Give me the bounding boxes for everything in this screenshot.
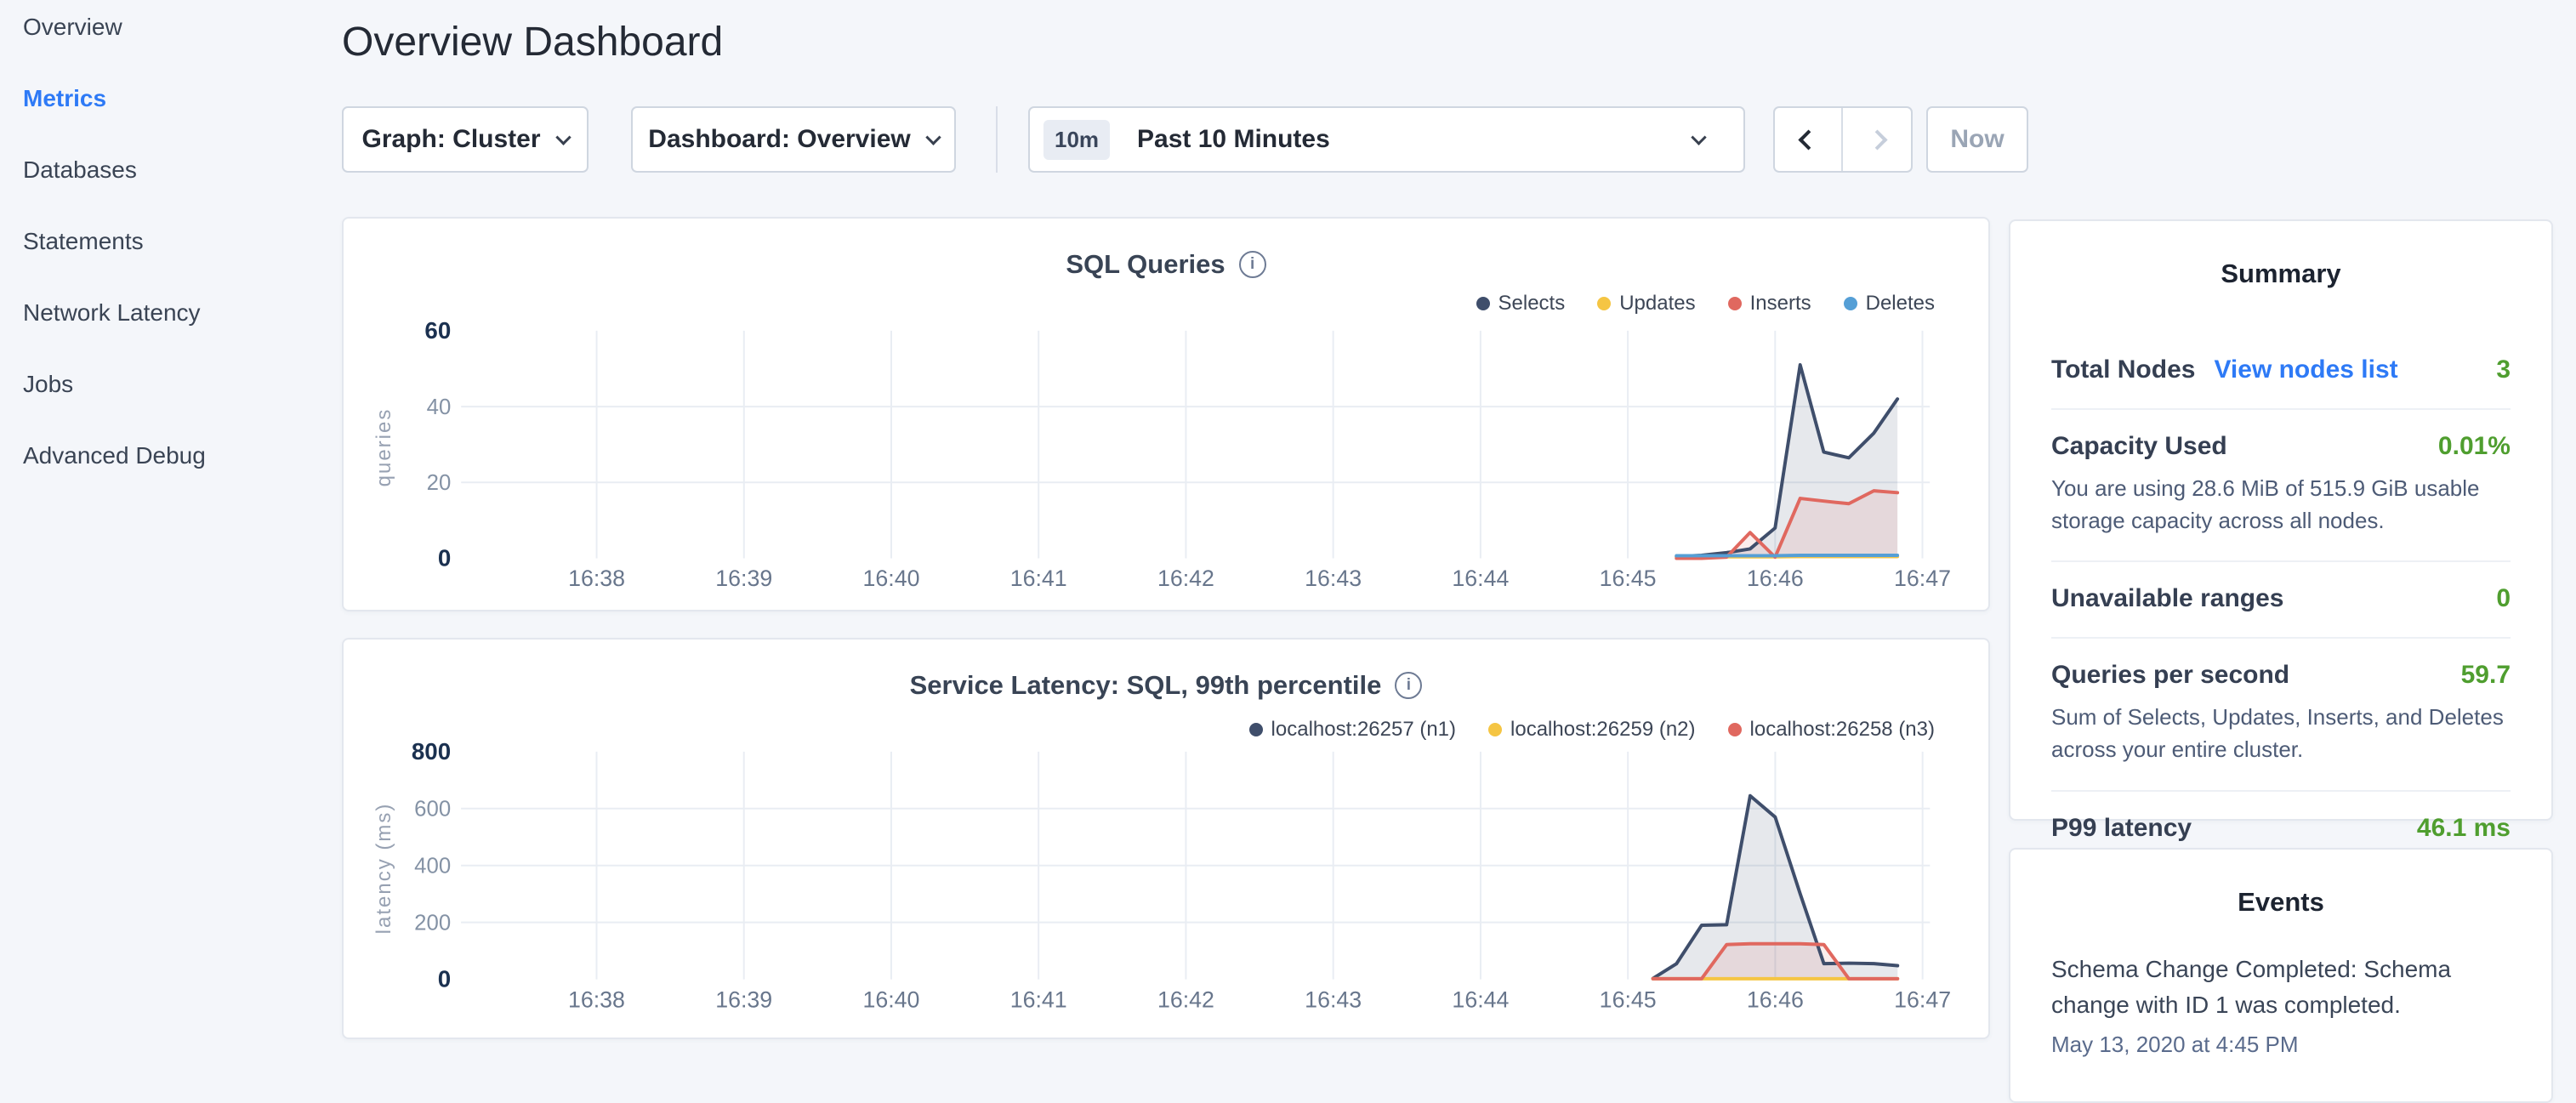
svg-text:0: 0	[438, 966, 451, 992]
now-button[interactable]: Now	[1926, 106, 2028, 173]
page-title: Overview Dashboard	[342, 19, 723, 65]
summary-row-queries-per-second: Queries per second 59.7 Sum of Selects, …	[2051, 637, 2511, 789]
prev-time-window-button[interactable]	[1775, 108, 1843, 171]
time-range-badge: 10m	[1043, 120, 1110, 160]
sidebar-item-jobs[interactable]: Jobs	[23, 371, 206, 398]
svg-text:16:42: 16:42	[1157, 566, 1214, 591]
graph-scope-dropdown[interactable]: Graph: Cluster	[342, 106, 589, 173]
event-timestamp: May 13, 2020 at 4:45 PM	[2051, 1032, 2511, 1058]
svg-text:400: 400	[414, 855, 451, 878]
events-panel: Events Schema Change Completed: Schema c…	[2009, 848, 2553, 1103]
dashboard-label: Dashboard: Overview	[648, 125, 910, 154]
view-nodes-list-link[interactable]: View nodes list	[2214, 355, 2397, 384]
dashboard-controls: Graph: Cluster Dashboard: Overview 10m P…	[342, 106, 2213, 173]
svg-text:16:46: 16:46	[1747, 986, 1804, 1012]
time-range-selector[interactable]: 10m Past 10 Minutes	[1028, 106, 1745, 173]
sidebar-item-overview[interactable]: Overview	[23, 14, 206, 41]
chevron-down-icon	[1691, 129, 1706, 145]
chevron-down-icon	[925, 129, 941, 145]
svg-text:60: 60	[424, 317, 451, 344]
chevron-left-icon	[1798, 129, 1818, 150]
svg-text:20: 20	[427, 471, 452, 495]
summary-label: Queries per second	[2051, 661, 2289, 690]
summary-description: Sum of Selects, Updates, Inserts, and De…	[2051, 702, 2511, 765]
summary-value: 3	[2496, 355, 2511, 384]
summary-value: 0.01%	[2438, 432, 2511, 461]
summary-value: 59.7	[2461, 661, 2511, 690]
svg-text:16:41: 16:41	[1010, 986, 1067, 1012]
controls-divider	[996, 106, 998, 173]
sql-queries-plot[interactable]: 16:38 16:39 16:40 16:41 16:42 16:43 16:44 16:45…	[344, 219, 1988, 610]
summary-rows: Total Nodes View nodes list 3 Capacity U…	[2051, 333, 2511, 867]
svg-text:16:45: 16:45	[1600, 566, 1657, 591]
svg-text:16:47: 16:47	[1894, 986, 1951, 1012]
sidebar: Overview Metrics Databases Statements Ne…	[23, 14, 206, 469]
svg-text:16:44: 16:44	[1452, 566, 1509, 591]
event-list-item[interactable]: Schema Change Completed: Schema change w…	[2051, 952, 2511, 1058]
metrics-page: { "sidebar": { "items": [ { "label": "Ov…	[0, 0, 2576, 1051]
svg-text:16:39: 16:39	[715, 566, 772, 591]
sidebar-item-databases[interactable]: Databases	[23, 156, 206, 184]
svg-text:16:43: 16:43	[1305, 986, 1362, 1012]
svg-text:0: 0	[438, 544, 451, 571]
time-range-label: Past 10 Minutes	[1137, 125, 1693, 154]
svg-text:16:45: 16:45	[1600, 986, 1657, 1012]
summary-label: Unavailable ranges	[2051, 584, 2283, 613]
graph-scope-label: Graph: Cluster	[361, 125, 540, 154]
time-window-pager	[1773, 106, 1913, 173]
summary-label: Total Nodes	[2051, 355, 2195, 384]
svg-text:16:47: 16:47	[1894, 566, 1951, 591]
event-message: Schema Change Completed: Schema change w…	[2051, 952, 2511, 1023]
svg-text:16:40: 16:40	[862, 986, 919, 1012]
summary-row-unavailable-ranges: Unavailable ranges 0	[2051, 560, 2511, 637]
sidebar-item-statements[interactable]: Statements	[23, 228, 206, 255]
summary-label: P99 latency	[2051, 814, 2192, 843]
summary-row-capacity-used: Capacity Used 0.01% You are using 28.6 M…	[2051, 408, 2511, 560]
summary-label: Capacity Used	[2051, 432, 2227, 461]
svg-text:16:38: 16:38	[568, 566, 625, 591]
events-title: Events	[2010, 887, 2551, 918]
svg-text:16:40: 16:40	[863, 566, 920, 591]
svg-text:16:39: 16:39	[715, 986, 772, 1012]
summary-row-total-nodes: Total Nodes View nodes list 3	[2051, 333, 2511, 408]
summary-panel: Summary Total Nodes View nodes list 3 Ca…	[2009, 219, 2553, 821]
summary-value: 46.1 ms	[2417, 814, 2511, 843]
service-latency-plot[interactable]: 16:38 16:39 16:40 16:41 16:42 16:43 16:44 16:45…	[344, 640, 1988, 1038]
svg-text:16:43: 16:43	[1305, 566, 1362, 591]
service-latency-chart-card: Service Latency: SQL, 99th percentile i …	[342, 638, 1990, 1039]
next-time-window-button[interactable]	[1843, 108, 1911, 171]
svg-text:800: 800	[412, 738, 451, 765]
summary-value: 0	[2496, 584, 2511, 613]
summary-title: Summary	[2010, 259, 2551, 289]
chevron-down-icon	[555, 129, 571, 145]
sidebar-item-advanced-debug[interactable]: Advanced Debug	[23, 442, 206, 469]
svg-text:16:42: 16:42	[1157, 986, 1214, 1012]
sidebar-item-metrics[interactable]: Metrics	[23, 85, 206, 112]
svg-text:16:44: 16:44	[1452, 986, 1509, 1012]
summary-description: You are using 28.6 MiB of 515.9 GiB usab…	[2051, 473, 2511, 537]
svg-text:16:46: 16:46	[1747, 566, 1804, 591]
dashboard-dropdown[interactable]: Dashboard: Overview	[631, 106, 956, 173]
sql-queries-chart-card: SQL Queries i Selects Updates Inserts De…	[342, 217, 1990, 611]
svg-text:16:41: 16:41	[1010, 566, 1067, 591]
svg-text:40: 40	[427, 395, 452, 419]
chevron-right-icon	[1867, 129, 1887, 150]
sidebar-item-network-latency[interactable]: Network Latency	[23, 299, 206, 327]
svg-text:600: 600	[414, 798, 451, 822]
svg-text:200: 200	[414, 912, 451, 935]
svg-text:16:38: 16:38	[568, 986, 625, 1012]
